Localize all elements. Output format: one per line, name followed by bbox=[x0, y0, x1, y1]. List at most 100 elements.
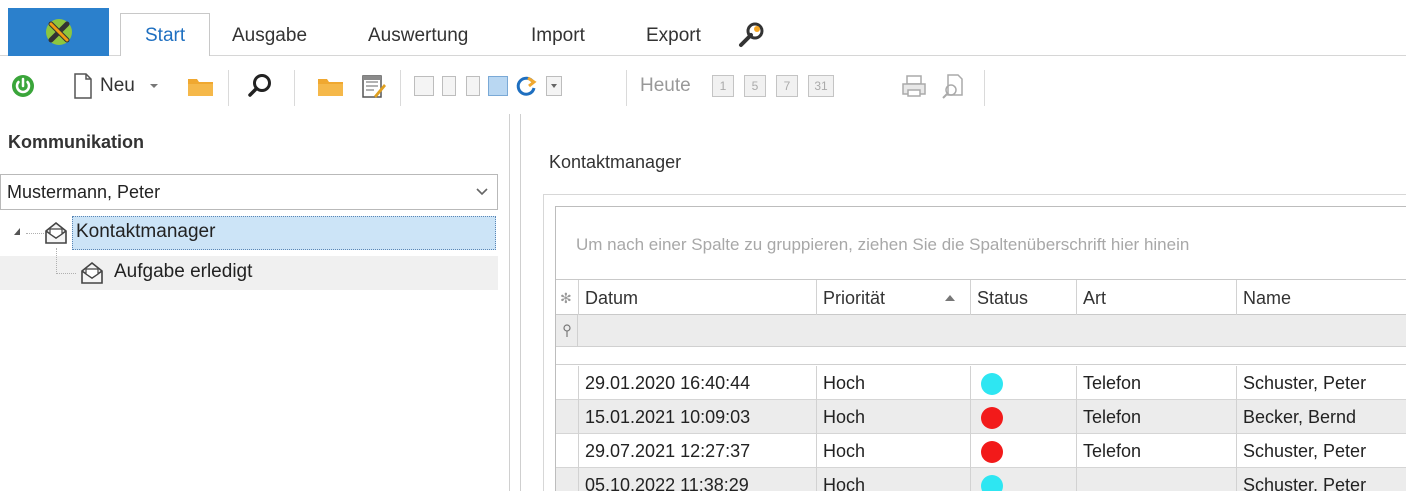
folder-button[interactable] bbox=[316, 70, 346, 102]
calendar-day-5-button[interactable]: 5 bbox=[744, 75, 766, 97]
column-header-label: Priorität bbox=[823, 288, 886, 308]
column-header-name[interactable]: Name bbox=[1236, 280, 1406, 316]
cell-prioritaet: Hoch bbox=[816, 468, 970, 491]
view-mode-icons[interactable] bbox=[488, 76, 508, 96]
view-mode-group[interactable] bbox=[414, 70, 562, 102]
print-preview-icon bbox=[942, 74, 963, 99]
calendar-day-7-button[interactable]: 7 bbox=[776, 75, 798, 97]
print-icon bbox=[902, 75, 926, 97]
today-button[interactable]: Heute bbox=[640, 70, 691, 102]
new-document-icon bbox=[74, 73, 92, 99]
tab-import[interactable]: Import bbox=[531, 20, 585, 56]
tree-item-aufgabe-erledigt[interactable]: Aufgabe erledigt bbox=[0, 248, 498, 290]
row-indicator[interactable] bbox=[556, 468, 578, 491]
cell-art: Telefon bbox=[1076, 366, 1236, 400]
table-row[interactable]: 29.07.2021 12:27:37 Hoch Telefon Schuste… bbox=[556, 434, 1406, 468]
cell-prioritaet: Hoch bbox=[816, 400, 970, 434]
column-header-prioritaet[interactable]: Priorität bbox=[816, 280, 970, 316]
calendar-edit-button[interactable] bbox=[360, 70, 386, 102]
tree-connector bbox=[26, 233, 44, 234]
new-row-indicator-icon: ✻ bbox=[560, 290, 572, 306]
calendar-day-group: 1 5 7 31 bbox=[712, 70, 834, 102]
column-header-status[interactable]: Status bbox=[970, 280, 1076, 316]
column-header-art[interactable]: Art bbox=[1076, 280, 1236, 316]
cell-status bbox=[970, 400, 1076, 434]
navigation-panel: Kommunikation Mustermann, Peter Kontaktm… bbox=[0, 114, 510, 491]
calendar-day-1-button[interactable]: 1 bbox=[712, 75, 734, 97]
combobox-dropdown-button[interactable] bbox=[467, 175, 497, 209]
table-row[interactable]: 29.01.2020 16:40:44 Hoch Telefon Schuste… bbox=[556, 366, 1406, 400]
view-mode-icons[interactable] bbox=[466, 76, 480, 96]
search-icon bbox=[248, 74, 271, 97]
status-indicator-icon bbox=[981, 475, 1003, 491]
table-row[interactable]: 05.10.2022 11:38:29 Hoch Schuster, Peter bbox=[556, 468, 1406, 491]
cell-status bbox=[970, 468, 1076, 491]
dropdown-arrow-icon bbox=[149, 84, 158, 88]
status-indicator-icon bbox=[981, 407, 1003, 429]
tree-item-kontaktmanager[interactable]: Kontaktmanager bbox=[0, 216, 498, 250]
panel-title: Kommunikation bbox=[8, 132, 145, 152]
tab-start[interactable]: Start bbox=[120, 13, 211, 57]
cell-art: Telefon bbox=[1076, 400, 1236, 434]
data-grid: Um nach einer Spalte zu gruppieren, zieh… bbox=[555, 206, 1406, 491]
open-folder-button[interactable] bbox=[186, 70, 216, 102]
search-button[interactable] bbox=[246, 70, 274, 102]
overflow-icon[interactable] bbox=[546, 76, 562, 96]
toolbar-separator bbox=[626, 70, 627, 106]
new-button[interactable]: Neu bbox=[72, 70, 161, 102]
pin-icon bbox=[562, 324, 571, 337]
cell-name: Schuster, Peter bbox=[1236, 468, 1406, 491]
today-label: Heute bbox=[640, 75, 691, 96]
cell-datum: 29.01.2020 16:40:44 bbox=[578, 366, 816, 400]
tree-connector bbox=[56, 248, 57, 274]
envelope-icon bbox=[81, 261, 103, 284]
column-header-datum[interactable]: Datum bbox=[578, 280, 816, 316]
toolbar-separator bbox=[984, 70, 985, 106]
calendar-day-31-button[interactable]: 31 bbox=[808, 75, 834, 97]
cell-datum: 05.10.2022 11:38:29 bbox=[578, 468, 816, 491]
calendar-edit-icon bbox=[362, 75, 386, 98]
row-indicator[interactable] bbox=[556, 366, 578, 400]
print-preview-button[interactable] bbox=[940, 70, 968, 102]
tab-ausgabe[interactable]: Ausgabe bbox=[232, 20, 307, 56]
cell-status bbox=[970, 366, 1076, 400]
tab-auswertung[interactable]: Auswertung bbox=[368, 20, 468, 56]
view-mode-icons[interactable] bbox=[414, 76, 434, 96]
contact-combobox-value: Mustermann, Peter bbox=[7, 182, 161, 202]
new-button-label: Neu bbox=[100, 75, 135, 96]
folder-icon bbox=[318, 79, 343, 96]
contact-combobox[interactable]: Mustermann, Peter bbox=[0, 174, 498, 210]
cell-datum: 29.07.2021 12:27:37 bbox=[578, 434, 816, 468]
grid-spacer bbox=[556, 347, 1406, 365]
row-indicator[interactable] bbox=[556, 434, 578, 468]
tree-expander-icon[interactable] bbox=[14, 228, 20, 235]
content-panel: Kontaktmanager Um nach einer Spalte zu g… bbox=[520, 114, 1406, 491]
cell-name: Becker, Bernd bbox=[1236, 400, 1406, 434]
toolbar: Neu Heute 1 5 7 31 bbox=[0, 56, 1406, 114]
cell-art bbox=[1076, 468, 1236, 491]
row-indicator[interactable] bbox=[556, 400, 578, 434]
cell-art: Telefon bbox=[1076, 434, 1236, 468]
chevron-down-icon bbox=[476, 188, 488, 196]
power-icon bbox=[12, 75, 34, 97]
ribbon-tab-bar: Start Ausgabe Auswertung Import Export bbox=[0, 0, 1406, 57]
tree-connector bbox=[56, 273, 76, 274]
print-button[interactable] bbox=[900, 70, 928, 102]
cell-status bbox=[970, 434, 1076, 468]
view-mode-icons[interactable] bbox=[442, 76, 456, 96]
chevron-down-icon bbox=[551, 84, 557, 88]
tree-item-label: Kontaktmanager bbox=[76, 221, 216, 242]
tab-export[interactable]: Export bbox=[646, 20, 701, 56]
power-button[interactable] bbox=[10, 70, 36, 102]
toolbar-separator bbox=[228, 70, 229, 106]
group-by-drop-area[interactable]: Um nach einer Spalte zu gruppieren, zieh… bbox=[576, 235, 1189, 255]
envelope-icon bbox=[45, 221, 67, 244]
wrench-settings-icon[interactable] bbox=[736, 20, 766, 50]
cell-name: Schuster, Peter bbox=[1236, 366, 1406, 400]
cell-datum: 15.01.2021 10:09:03 bbox=[578, 400, 816, 434]
application-menu-button[interactable] bbox=[8, 8, 109, 56]
tree-item-label: Aufgabe erledigt bbox=[114, 261, 253, 282]
cell-prioritaet: Hoch bbox=[816, 366, 970, 400]
filter-row[interactable] bbox=[556, 315, 1406, 347]
table-row[interactable]: 15.01.2021 10:09:03 Hoch Telefon Becker,… bbox=[556, 400, 1406, 434]
